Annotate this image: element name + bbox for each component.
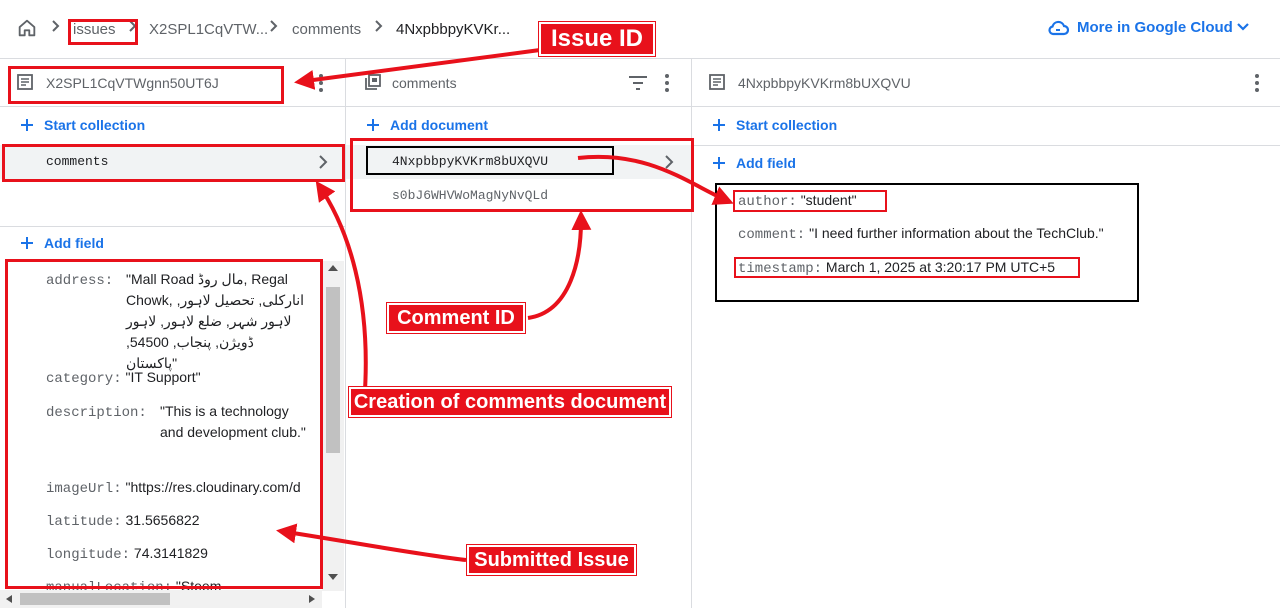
panel-header: comments xyxy=(346,59,691,107)
label-submitted-issue: Submitted Issue xyxy=(467,545,636,575)
collection-icon xyxy=(365,74,381,90)
highlight-comments-collection xyxy=(2,144,345,182)
plus-icon xyxy=(713,157,725,169)
more-vert-icon[interactable] xyxy=(664,73,670,93)
highlight-comment-id xyxy=(366,146,614,175)
label-creation: Creation of comments document xyxy=(349,387,671,417)
more-in-google-cloud-link[interactable]: More in Google Cloud xyxy=(1047,19,1233,36)
breadcrumb-comment-doc[interactable]: 4NxpbbpyKVKr... xyxy=(396,21,510,38)
start-collection-label: Start collection xyxy=(736,117,838,133)
plus-icon xyxy=(713,119,725,131)
document-icon xyxy=(709,74,725,90)
divider xyxy=(692,145,1280,146)
add-field-label: Add field xyxy=(736,155,796,171)
highlight-submitted-issue xyxy=(5,259,323,589)
chevron-right-icon xyxy=(375,20,383,32)
start-collection-button[interactable]: Start collection xyxy=(20,117,145,133)
add-field-button[interactable]: Add field xyxy=(712,155,796,171)
scroll-left-icon[interactable] xyxy=(5,594,13,604)
chevron-down-icon[interactable] xyxy=(1236,22,1250,32)
label-comment-id: Comment ID xyxy=(387,303,525,333)
plus-icon xyxy=(21,119,33,131)
scroll-up-icon[interactable] xyxy=(327,264,339,272)
breadcrumb-issue-doc[interactable]: X2SPL1CqVTW... xyxy=(149,21,268,38)
scroll-right-icon[interactable] xyxy=(308,594,316,604)
divider xyxy=(0,226,345,227)
filter-icon[interactable] xyxy=(628,75,648,91)
scroll-down-icon[interactable] xyxy=(327,573,339,581)
cloud-icon xyxy=(1048,20,1069,35)
add-document-button[interactable]: Add document xyxy=(366,117,488,133)
add-field-label: Add field xyxy=(44,235,104,251)
highlight-issues-crumb xyxy=(68,19,138,45)
horizontal-scrollbar-thumb[interactable] xyxy=(20,593,170,605)
start-collection-label: Start collection xyxy=(44,117,146,133)
breadcrumb-comments[interactable]: comments xyxy=(292,21,361,38)
home-icon[interactable] xyxy=(16,17,38,39)
panel-title: comments xyxy=(392,75,457,91)
more-vert-icon[interactable] xyxy=(1254,73,1260,93)
plus-icon xyxy=(367,119,379,131)
label-issue-id: Issue ID xyxy=(539,22,655,56)
plus-icon xyxy=(21,237,33,249)
add-document-label: Add document xyxy=(390,117,488,133)
chevron-right-icon xyxy=(52,20,60,32)
panel-header: 4NxpbbpyKVKrm8bUXQVU xyxy=(692,59,1280,107)
comment-document-panel: 4NxpbbpyKVKrm8bUXQVU Start collection Ad… xyxy=(692,59,1280,608)
add-field-button[interactable]: Add field xyxy=(20,235,104,251)
start-collection-button[interactable]: Start collection xyxy=(712,117,837,133)
vertical-scrollbar-thumb[interactable] xyxy=(326,287,340,453)
panel-title: 4NxpbbpyKVKrm8bUXQVU xyxy=(738,75,911,91)
highlight-timestamp xyxy=(734,257,1080,278)
highlight-issue-id xyxy=(8,66,284,104)
more-in-google-cloud-label: More in Google Cloud xyxy=(1077,19,1233,36)
chevron-right-icon xyxy=(270,20,278,32)
highlight-author xyxy=(733,190,887,212)
more-vert-icon[interactable] xyxy=(318,73,324,93)
